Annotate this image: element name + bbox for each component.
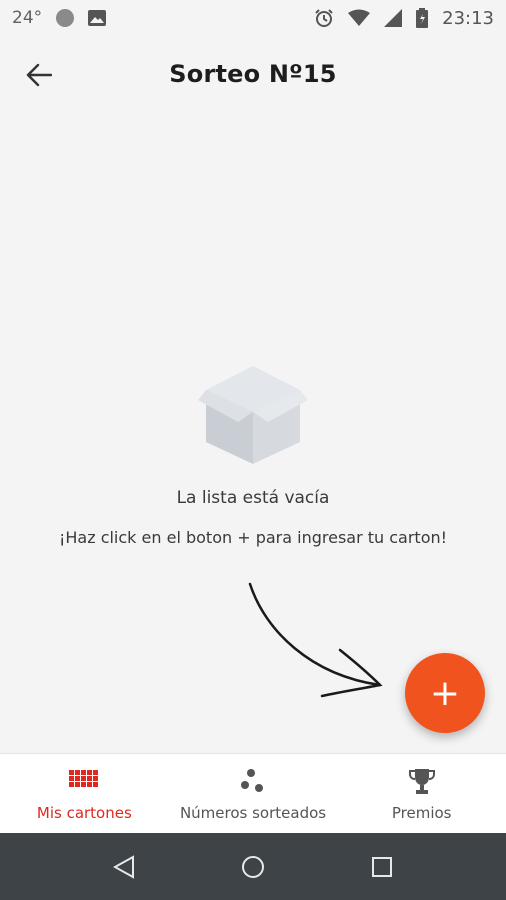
wifi-icon bbox=[348, 9, 371, 26]
tab-label: Números sorteados bbox=[179, 803, 327, 822]
plus-icon: + bbox=[429, 672, 461, 714]
grid-icon bbox=[69, 766, 99, 796]
system-back-button[interactable] bbox=[109, 852, 139, 882]
tab-numeros-sorteados[interactable]: Números sorteados bbox=[169, 754, 338, 833]
notification-dot-icon bbox=[56, 9, 75, 27]
status-left: 24° bbox=[12, 8, 107, 28]
empty-list-title: La lista está vacía bbox=[176, 488, 330, 508]
image-notification-icon bbox=[88, 10, 107, 26]
tab-label: Mis cartones bbox=[36, 803, 132, 822]
clock-time: 23:13 bbox=[442, 7, 494, 29]
triangle-back-icon bbox=[113, 854, 135, 879]
trophy-icon bbox=[407, 766, 437, 796]
empty-list-hint: ¡Haz click en el boton + para ingresar t… bbox=[58, 528, 448, 547]
arrow-back-icon bbox=[26, 63, 52, 87]
dots-icon bbox=[238, 766, 268, 796]
battery-icon bbox=[416, 8, 429, 28]
circle-home-icon bbox=[241, 855, 264, 878]
system-home-button[interactable] bbox=[238, 852, 268, 882]
empty-state: La lista está vacía ¡Haz click en el bot… bbox=[0, 360, 506, 547]
page-title: Sorteo Nº15 bbox=[169, 60, 337, 88]
system-recents-button[interactable] bbox=[367, 852, 397, 882]
system-navigation-bar bbox=[0, 833, 506, 900]
temperature-text: 24° bbox=[12, 8, 43, 28]
bottom-navigation: Mis cartones Números sorteados Premios bbox=[0, 753, 506, 833]
tab-label: Premios bbox=[391, 803, 452, 822]
empty-box-icon bbox=[198, 366, 308, 464]
tab-mis-cartones[interactable]: Mis cartones bbox=[0, 754, 169, 833]
add-carton-button[interactable]: + bbox=[405, 653, 485, 733]
tab-premios[interactable]: Premios bbox=[337, 754, 506, 833]
signal-icon bbox=[384, 9, 403, 27]
hint-arrow-icon bbox=[248, 582, 383, 698]
square-recents-icon bbox=[371, 856, 392, 877]
status-bar: 24° 23:13 bbox=[0, 0, 506, 36]
app-screen: 24° 23:13 Sorteo Nº15 La lista está vací… bbox=[0, 0, 506, 900]
alarm-icon bbox=[315, 9, 333, 27]
app-bar: Sorteo Nº15 bbox=[0, 36, 506, 112]
status-right: 23:13 bbox=[314, 8, 494, 29]
back-button[interactable] bbox=[22, 58, 56, 92]
